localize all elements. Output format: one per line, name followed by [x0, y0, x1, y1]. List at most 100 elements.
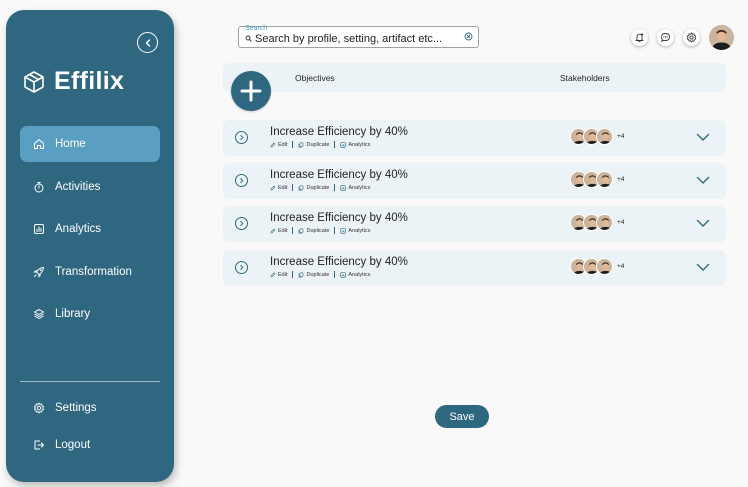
- pencil-icon: [270, 228, 276, 233]
- row-actions: Edit Duplicate Analytics: [270, 227, 370, 234]
- stakeholder-avatars[interactable]: +4: [570, 214, 624, 231]
- nav-item-activities[interactable]: Activities: [20, 169, 160, 205]
- gear-icon: [686, 32, 697, 43]
- analytics-icon: [340, 184, 347, 191]
- rocket-icon: [33, 267, 44, 278]
- analytics-icon: [340, 227, 347, 234]
- home-icon: [34, 139, 44, 149]
- edit-label: Edit: [278, 184, 288, 191]
- objective-title: Increase Efficiency by 40%: [270, 212, 408, 224]
- analytics-link[interactable]: Analytics: [340, 272, 370, 278]
- avatar: [596, 128, 613, 145]
- row-expand-button[interactable]: [235, 131, 248, 144]
- table-row[interactable]: Increase Efficiency by 40% Edit Duplicat…: [223, 206, 726, 242]
- edit-link[interactable]: Edit: [270, 185, 287, 191]
- row-expand-button[interactable]: [235, 217, 248, 230]
- nav-item-analytics[interactable]: Analytics: [20, 211, 160, 247]
- save-button[interactable]: Save: [435, 405, 489, 428]
- stakeholder-avatars[interactable]: +4: [570, 128, 624, 145]
- user-avatar[interactable]: [709, 25, 734, 50]
- cube-icon: [24, 70, 44, 93]
- duplicate-icon: [299, 228, 304, 233]
- edit-label: Edit: [278, 141, 288, 148]
- table-row[interactable]: Increase Efficiency by 40% Edit Duplicat…: [223, 250, 726, 286]
- logout-icon: [34, 440, 44, 450]
- analytics-link[interactable]: Analytics: [340, 185, 370, 191]
- avatar: [596, 258, 613, 275]
- more-stakeholders-count: +4: [617, 263, 625, 270]
- action-separator: [334, 141, 336, 148]
- app-name: Effilix: [54, 67, 125, 95]
- duplicate-link[interactable]: Duplicate: [298, 185, 329, 191]
- stakeholder-avatars[interactable]: +4: [570, 258, 624, 275]
- stakeholder-avatars[interactable]: +4: [570, 171, 624, 188]
- column-header-objectives: Objectives: [295, 73, 335, 83]
- duplicate-icon: [299, 142, 304, 147]
- duplicate-label: Duplicate: [306, 184, 330, 191]
- chevron-down-icon[interactable]: [696, 263, 710, 272]
- table-row[interactable]: Increase Efficiency by 40% Edit Duplicat…: [223, 163, 726, 199]
- clear-search-icon[interactable]: [464, 32, 473, 41]
- nav-item-transformation[interactable]: Transformation: [20, 254, 160, 290]
- duplicate-link[interactable]: Duplicate: [298, 228, 329, 234]
- analytics-icon: [340, 271, 347, 278]
- table-header: Objectives Stakeholders: [223, 63, 726, 92]
- notifications-button[interactable]: [631, 29, 648, 46]
- search-icon: [245, 35, 252, 42]
- nav-item-settings[interactable]: Settings: [20, 390, 160, 426]
- table-row[interactable]: Increase Efficiency by 40% Edit Duplicat…: [223, 120, 726, 156]
- analytics-link[interactable]: Analytics: [340, 228, 370, 234]
- objective-title: Increase Efficiency by 40%: [270, 169, 408, 181]
- analytics-icon: [340, 141, 347, 148]
- sidebar-divider: [20, 381, 160, 382]
- pencil-icon: [270, 142, 276, 147]
- row-expand-button[interactable]: [235, 261, 248, 274]
- nav-item-label: Logout: [55, 439, 91, 451]
- duplicate-link[interactable]: Duplicate: [298, 272, 329, 278]
- action-separator: [292, 227, 294, 234]
- edit-link[interactable]: Edit: [270, 142, 287, 148]
- more-stakeholders-count: +4: [617, 219, 625, 226]
- objective-title: Increase Efficiency by 40%: [270, 256, 408, 268]
- action-separator: [292, 184, 294, 191]
- search-input[interactable]: [255, 32, 460, 45]
- chevron-left-icon: [145, 38, 150, 47]
- collapse-sidebar-button[interactable]: [137, 32, 158, 53]
- analytics-label: Analytics: [348, 141, 371, 148]
- action-separator: [292, 271, 294, 278]
- nav-item-label: Activities: [55, 181, 101, 193]
- search-box[interactable]: Search: [238, 25, 479, 48]
- duplicate-label: Duplicate: [306, 141, 330, 148]
- nav-item-label: Transformation: [55, 266, 132, 278]
- chat-icon: [661, 33, 670, 42]
- action-separator: [334, 271, 336, 278]
- duplicate-icon: [299, 185, 304, 190]
- row-expand-button[interactable]: [235, 174, 248, 187]
- row-actions: Edit Duplicate Analytics: [270, 271, 370, 278]
- duplicate-label: Duplicate: [306, 271, 330, 278]
- duplicate-label: Duplicate: [306, 227, 330, 234]
- settings-button[interactable]: [683, 29, 700, 46]
- duplicate-link[interactable]: Duplicate: [298, 142, 329, 148]
- duplicate-icon: [299, 272, 304, 277]
- nav-item-label: Settings: [55, 402, 97, 414]
- edit-link[interactable]: Edit: [270, 272, 287, 278]
- edit-label: Edit: [278, 271, 288, 278]
- nav-item-library[interactable]: Library: [20, 296, 160, 332]
- nav-item-home[interactable]: Home: [20, 126, 160, 162]
- add-objective-button[interactable]: [231, 71, 271, 111]
- stopwatch-icon: [34, 182, 44, 193]
- edit-link[interactable]: Edit: [270, 228, 287, 234]
- objective-title: Increase Efficiency by 40%: [270, 126, 408, 138]
- analytics-link[interactable]: Analytics: [340, 142, 370, 148]
- nav-item-logout[interactable]: Logout: [20, 427, 160, 463]
- chevron-down-icon[interactable]: [696, 133, 710, 142]
- row-actions: Edit Duplicate Analytics: [270, 141, 370, 148]
- action-separator: [292, 141, 294, 148]
- chevron-down-icon[interactable]: [696, 219, 710, 228]
- chevron-right-icon: [240, 135, 244, 140]
- messages-button[interactable]: [657, 29, 674, 46]
- chevron-right-icon: [240, 178, 244, 183]
- chevron-down-icon[interactable]: [696, 176, 710, 185]
- bell-icon: [635, 33, 644, 43]
